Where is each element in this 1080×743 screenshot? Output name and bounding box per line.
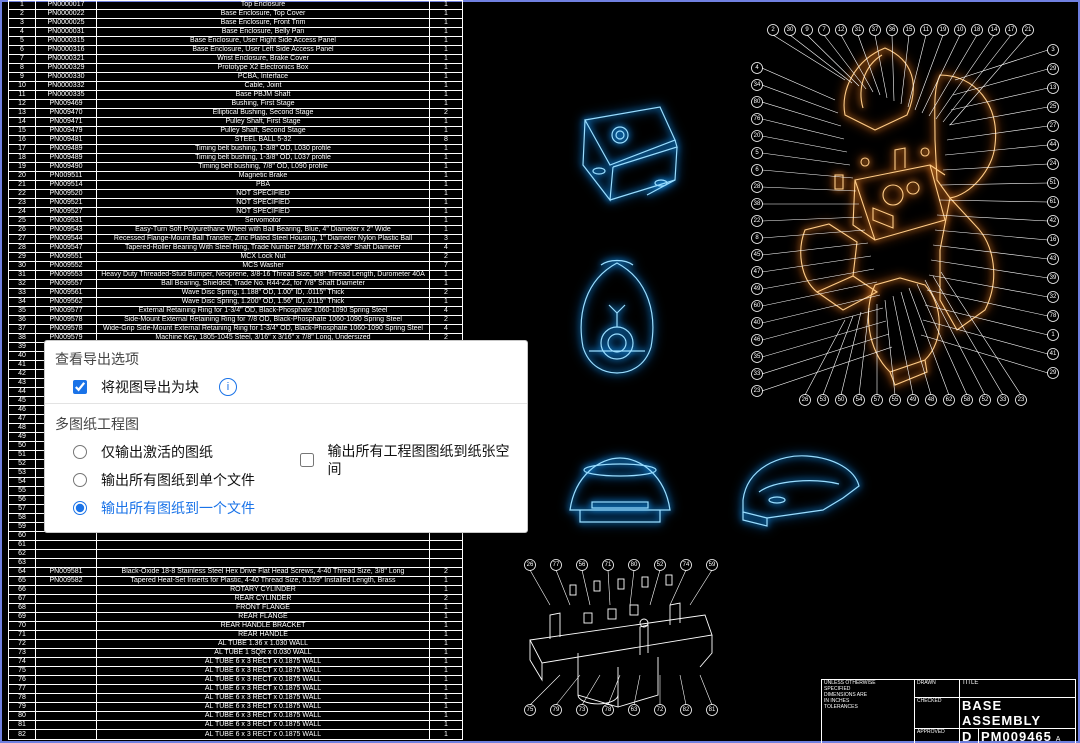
table-row: 13PN009470Elliptical Bushing, Second Sta… (9, 109, 463, 118)
export-options-dialog: 查看导出选项 将视图导出为块 i 多图纸工程图 仅输出激活的图纸 输出所有图纸到… (44, 340, 528, 533)
table-row: 10PN0000332Cable, Joint1 (9, 82, 463, 91)
table-row: 70REAR HANDLE BRACKET1 (9, 622, 463, 631)
table-row: 28PN009547Tapered-Roller Bearing With St… (9, 244, 463, 253)
table-row: 14PN009471Pulley Shaft, First Stage1 (9, 118, 463, 127)
title-label: TITLE (960, 680, 1076, 698)
radio-active-only[interactable] (73, 445, 87, 459)
table-row: 72AL TUBE 1.36 x 1.030 WALL1 (9, 640, 463, 649)
table-row: 18PN009489Timing belt bushing, 1-3/8" OD… (9, 154, 463, 163)
table-row: 4PN0000031Base Enclosure, Belly Pan1 (9, 28, 463, 37)
section-multisheet: 多图纸工程图 (45, 406, 527, 438)
table-row: 77AL TUBE 6 x 3 RECT x 0.1875 WALL1 (9, 685, 463, 694)
table-row: 26PN009543Easy-Turn Soft Polyurethane Wh… (9, 226, 463, 235)
info-icon[interactable]: i (219, 378, 237, 396)
table-row: 62 (9, 550, 463, 559)
table-row: 36PN009578Side-Mount External Retaining … (9, 316, 463, 325)
table-row: 24PN009527NOT SPECIFIED1 (9, 208, 463, 217)
table-row: 81AL TUBE 6 x 3 RECT x 0.1875 WALL1 (9, 721, 463, 730)
table-row: 68FRONT FLANGE1 (9, 604, 463, 613)
table-row: 7PN0000321Wrist Enclosure, Brake Cover1 (9, 55, 463, 64)
table-row: 22PN009520NOT SPECIFIED1 (9, 190, 463, 199)
table-row: 71REAR HANDLE1 (9, 631, 463, 640)
radio-all-single[interactable] (73, 473, 87, 487)
radio-all-one-label: 输出所有图纸到一个文件 (101, 498, 255, 518)
part-number: PM009465 (981, 729, 1052, 743)
title-block: UNLESS OTHERWISESPECIFIEDDIMENSIONS AREI… (821, 679, 1076, 739)
export-as-block-label: 将视图导出为块 (101, 377, 199, 397)
table-row: 69REAR FLANGE1 (9, 613, 463, 622)
table-row: 6PN0000316Base Enclosure, User Left Side… (9, 46, 463, 55)
table-row: 34PN009562Wave Disc Spring, 1.200" OD, 1… (9, 298, 463, 307)
sheet-size: D (960, 729, 979, 743)
table-row: 80AL TUBE 6 x 3 RECT x 0.1875 WALL1 (9, 712, 463, 721)
table-row: 16PN009481STEEL BALL 5-328 (9, 136, 463, 145)
table-row: 65PN009582Tapered Heat-Set Inserts for P… (9, 577, 463, 586)
table-row: 66ROTARY CYLINDER1 (9, 586, 463, 595)
table-row: 19PN009490Timing belt bushing, 7/8" OD, … (9, 163, 463, 172)
table-row: 37PN009578Wide-Grip Side-Mount External … (9, 325, 463, 334)
radio-all-one[interactable] (73, 501, 87, 515)
table-row: 63 (9, 559, 463, 568)
table-row: 64PN009581Black-Oxide 18-8 Stainless Ste… (9, 568, 463, 577)
table-row: 2PN0000022Base Enclosure, Top Cover1 (9, 10, 463, 19)
table-row: 30PN009552MCS Washer7 (9, 262, 463, 271)
drawing-title: BASE ASSEMBLY (960, 698, 1076, 729)
table-row: 82AL TUBE 6 x 3 RECT x 0.1875 WALL1 (9, 730, 463, 740)
table-row: 8PN0000329Prototype X2 Electronics Box1 (9, 64, 463, 73)
table-row: 17PN009489Timing belt bushing, 1-3/8" OD… (9, 145, 463, 154)
table-row: 20PN009511Magnetic Brake1 (9, 172, 463, 181)
table-row: 75AL TUBE 6 x 3 RECT x 0.1875 WALL1 (9, 667, 463, 676)
table-row: 73AL TUBE 1 SQR x 0.030 WALL1 (9, 649, 463, 658)
table-row: 12PN009469Bushing, First Stage1 (9, 100, 463, 109)
table-row: 21PN009514PBA1 (9, 181, 463, 190)
table-row: 1PN0000017Top Enclosure1 (9, 1, 463, 10)
table-row: 79AL TUBE 6 x 3 RECT x 0.1875 WALL1 (9, 703, 463, 712)
table-row: 27PN009544Recessed Flange-Mount Ball Tra… (9, 235, 463, 244)
section-view-export: 查看导出选项 (45, 341, 527, 373)
table-row: 25PN009531Servomotor1 (9, 217, 463, 226)
table-row: 15PN009479Pulley Shaft, Second Stage1 (9, 127, 463, 136)
table-row: 9PN0000330PCBA, Interface1 (9, 73, 463, 82)
table-row: 23PN009521NOT SPECIFIED1 (9, 199, 463, 208)
table-row: 11PN0000335Base PBJM Shaft1 (9, 91, 463, 100)
table-row: 29PN009551MCX Lock Nut2 (9, 253, 463, 262)
table-row: 35PN009577External Retaining Ring for 1-… (9, 307, 463, 316)
table-row: 33PN009561Wave Disc Spring, 1.188" OD, 1… (9, 289, 463, 298)
table-row: 5PN0000315Base Enclosure, User Right Sid… (9, 37, 463, 46)
revision: A (1056, 736, 1061, 743)
checkbox-all-to-paper[interactable] (300, 453, 314, 467)
table-row: 31PN009553Heavy Duty Threaded-Stud Bumpe… (9, 271, 463, 280)
table-row: 74AL TUBE 6 x 3 RECT x 0.1875 WALL1 (9, 658, 463, 667)
table-row: 32PN009557Ball Bearing, Shielded, Trade … (9, 280, 463, 289)
radio-active-only-label: 仅输出激活的图纸 (101, 442, 213, 462)
table-row: 78AL TUBE 6 x 3 RECT x 0.1875 WALL1 (9, 694, 463, 703)
table-row: 61 (9, 541, 463, 550)
export-as-block-checkbox[interactable] (73, 380, 87, 394)
table-row: 3PN0000025Base Enclosure, Front Trim1 (9, 19, 463, 28)
radio-all-single-label: 输出所有图纸到单个文件 (101, 470, 255, 490)
table-row: 67REAR CYLINDER2 (9, 595, 463, 604)
divider (45, 403, 527, 404)
table-row: 76AL TUBE 6 x 3 RECT x 0.1875 WALL1 (9, 676, 463, 685)
checkbox-all-to-paper-label: 输出所有工程图图纸到纸张空间 (328, 442, 517, 478)
